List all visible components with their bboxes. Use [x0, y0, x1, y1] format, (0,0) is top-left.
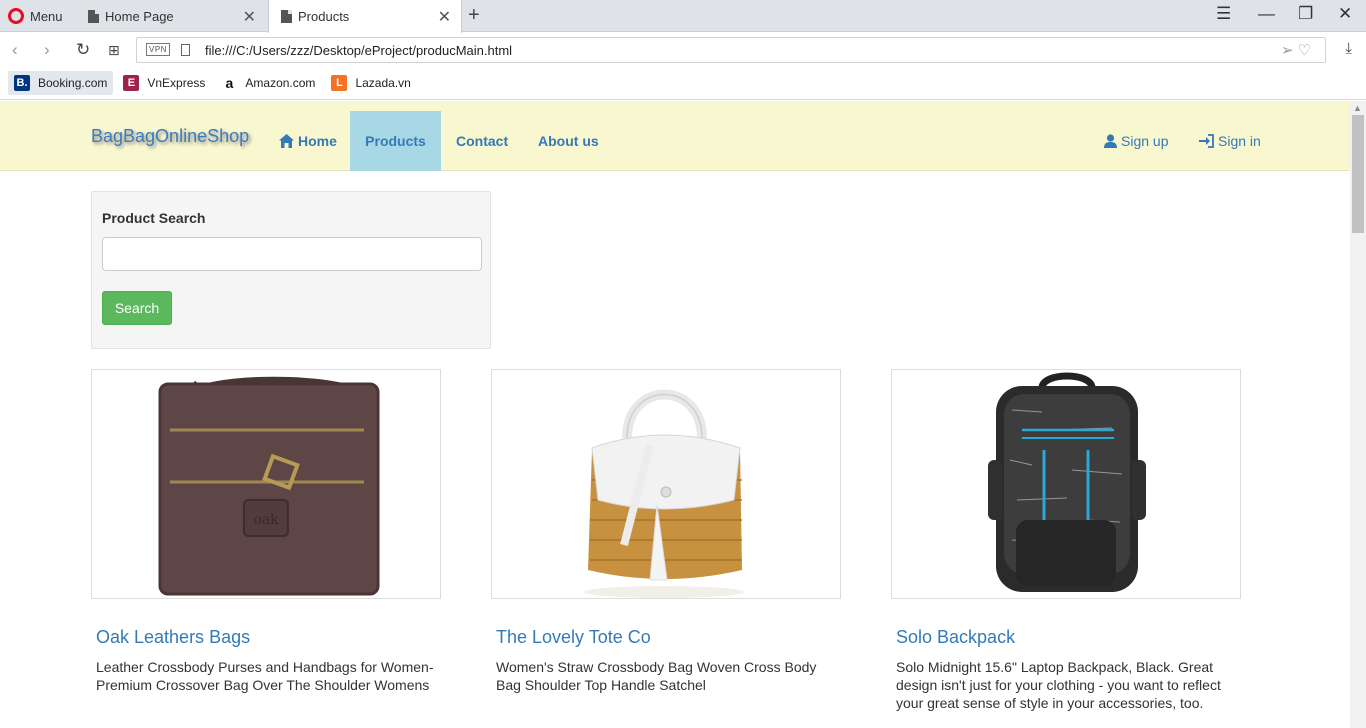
close-tab-icon[interactable]: ✕	[243, 7, 256, 27]
product-card-solo-backpack: Solo Backpack Solo Midnight 15.6" Laptop…	[891, 369, 1241, 712]
tab-title: Home Page	[105, 8, 174, 24]
document-icon	[281, 10, 292, 23]
brown-leather-bag-image: oak	[158, 376, 380, 596]
black-laptop-backpack-image	[988, 372, 1146, 592]
opera-logo-icon	[8, 8, 24, 24]
amazon-favicon-icon: a	[221, 75, 238, 91]
scroll-thumb[interactable]	[1352, 115, 1364, 233]
product-description: Women's Straw Crossbody Bag Woven Cross …	[496, 659, 817, 693]
close-tab-icon[interactable]: ✕	[438, 7, 451, 27]
search-label: Product Search	[102, 210, 206, 226]
product-description: Solo Midnight 15.6" Laptop Backpack, Bla…	[896, 659, 1221, 711]
product-description: Leather Crossbody Purses and Handbags fo…	[96, 659, 434, 693]
product-image-crossbody-bag[interactable]: oak	[91, 369, 441, 599]
tab-home-page[interactable]: Home Page ✕	[76, 0, 266, 32]
menu-label: Menu	[30, 8, 63, 24]
product-card-lovely-tote: The Lovely Tote Co Women's Straw Crossbo…	[491, 369, 841, 694]
close-window-icon[interactable]: ✕	[1338, 4, 1352, 24]
product-image-backpack[interactable]	[891, 369, 1241, 599]
search-input[interactable]	[102, 237, 482, 271]
nav-about-us[interactable]: About us	[523, 111, 614, 171]
search-button[interactable]: Search	[102, 291, 172, 325]
site-navbar: BagBagOnlineShop Home Products Contact A…	[0, 101, 1350, 171]
product-title[interactable]: Solo Backpack	[891, 627, 1241, 648]
sign-in-icon	[1199, 134, 1214, 148]
tab-title: Products	[298, 9, 350, 24]
nav-about-label: About us	[538, 133, 599, 149]
bookmarks-bar: B. Booking.com E VnExpress a Amazon.com …	[0, 67, 1366, 100]
sign-in-label: Sign in	[1218, 133, 1261, 149]
page-scrollbar[interactable]: ▲	[1350, 101, 1366, 728]
document-icon	[88, 9, 99, 23]
scroll-up-icon[interactable]: ▲	[1353, 103, 1362, 113]
straw-crossbody-bag-image	[584, 389, 744, 598]
product-title[interactable]: Oak Leathers Bags	[91, 627, 441, 648]
product-search-panel: Product Search Search	[91, 191, 491, 349]
nav-home[interactable]: Home	[264, 111, 352, 171]
vnexpress-favicon-icon: E	[123, 75, 140, 91]
nav-home-label: Home	[298, 133, 337, 149]
bookmark-label: VnExpress	[147, 76, 206, 90]
nav-contact-label: Contact	[456, 133, 509, 149]
new-tab-icon[interactable]: +	[468, 4, 480, 27]
tab-products[interactable]: Products ✕	[268, 0, 462, 33]
vpn-badge[interactable]: VPN	[146, 43, 170, 56]
nav-products-label: Products	[365, 133, 426, 149]
product-card-oak-leathers: oak Oak Leathers Bags Leather Crossbody …	[91, 369, 441, 694]
booking-favicon-icon: B.	[14, 75, 30, 91]
nav-sign-up[interactable]: Sign up	[1089, 111, 1183, 171]
download-icon[interactable]: ⤓	[1345, 40, 1352, 57]
tab-strip: Menu Home Page ✕ Products ✕ + ☰ — ❐ ✕	[0, 0, 1366, 33]
reload-icon[interactable]: ↻	[76, 40, 90, 60]
page-info-icon[interactable]	[181, 44, 190, 56]
speed-dial-icon[interactable]: ⊞	[108, 42, 120, 59]
bookmark-booking[interactable]: B. Booking.com	[8, 71, 114, 95]
nav-products[interactable]: Products	[350, 111, 441, 171]
bookmark-lazada[interactable]: L Lazada.vn	[325, 71, 416, 95]
forward-icon[interactable]: ›	[44, 40, 50, 60]
nav-sign-in[interactable]: Sign in	[1184, 111, 1276, 171]
url-field[interactable]: VPN file:///C:/Users/zzz/Desktop/eProjec…	[136, 37, 1326, 63]
lazada-favicon-icon: L	[331, 75, 348, 91]
minimize-icon[interactable]: —	[1258, 4, 1275, 24]
sign-up-label: Sign up	[1121, 133, 1169, 149]
product-title[interactable]: The Lovely Tote Co	[491, 627, 841, 648]
svg-text:oak: oak	[253, 512, 279, 528]
site-brand[interactable]: BagBagOnlineShop	[91, 126, 249, 147]
product-image-straw-bag[interactable]	[491, 369, 841, 599]
send-and-heart-icons[interactable]: ➢♡	[1281, 41, 1315, 59]
bookmark-amazon[interactable]: a Amazon.com	[215, 71, 321, 95]
tab-menu-icon[interactable]: ☰	[1216, 4, 1231, 24]
bookmark-label: Booking.com	[38, 76, 108, 90]
nav-contact[interactable]: Contact	[441, 111, 523, 171]
home-icon	[279, 134, 294, 148]
bookmark-label: Lazada.vn	[355, 76, 411, 90]
opera-menu-button[interactable]: Menu	[8, 6, 63, 26]
bookmark-label: Amazon.com	[245, 76, 316, 90]
page-viewport: BagBagOnlineShop Home Products Contact A…	[0, 101, 1350, 728]
bookmark-vnexpress[interactable]: E VnExpress	[117, 71, 211, 95]
address-bar: ‹ › ↻ ⊞ VPN file:///C:/Users/zzz/Desktop…	[0, 33, 1366, 67]
restore-icon[interactable]: ❐	[1298, 4, 1313, 24]
user-icon	[1104, 134, 1117, 148]
url-text[interactable]: file:///C:/Users/zzz/Desktop/eProject/pr…	[205, 43, 512, 58]
back-icon[interactable]: ‹	[12, 40, 18, 60]
